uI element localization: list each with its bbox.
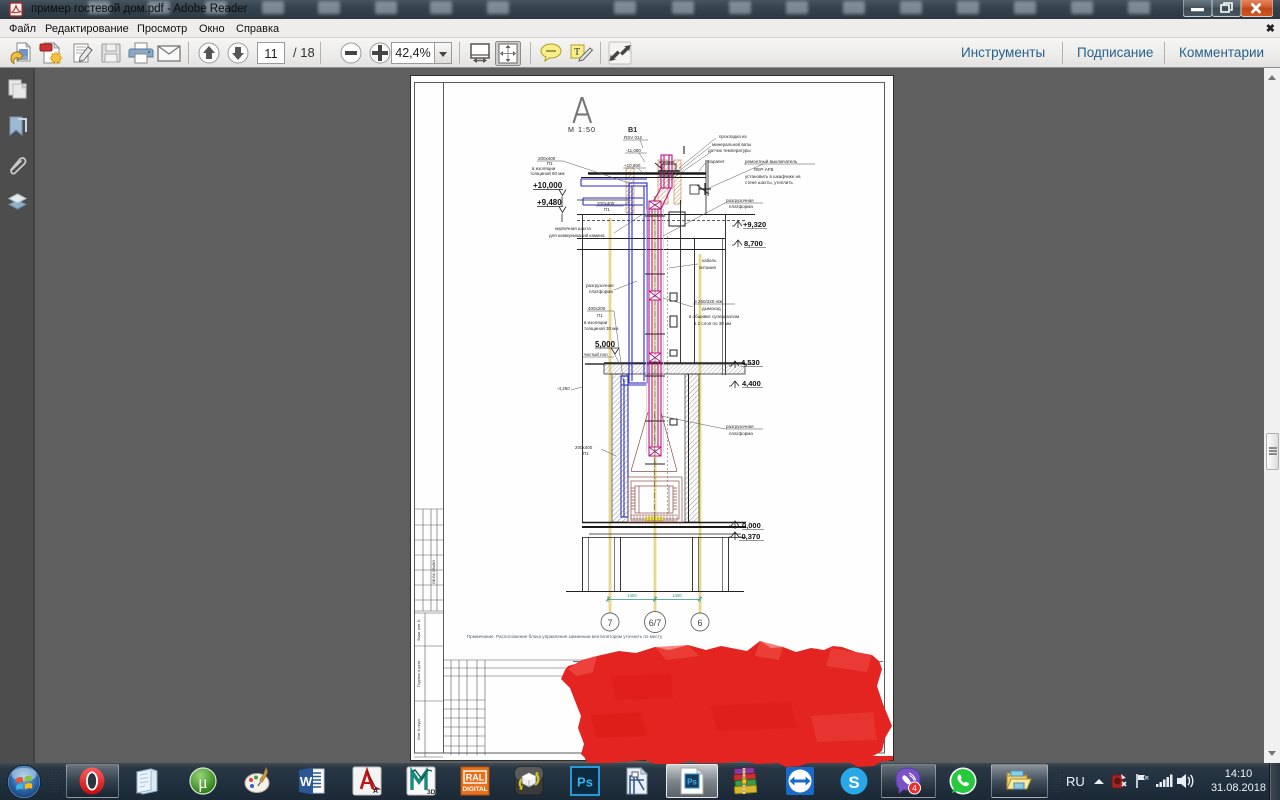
svg-text:питания: питания (699, 265, 716, 270)
svg-text:кирпичная шахта: кирпичная шахта (555, 226, 591, 231)
svg-text:6/7: 6/7 (649, 618, 662, 628)
svg-text:ОВ.ВК.ОВиВО: ОВ.ВК.ОВиВО (432, 560, 436, 584)
svg-text:разгрузочная: разгрузочная (726, 424, 754, 429)
svg-text:RAL: RAL (466, 773, 485, 783)
svg-text:толщиной 30 мм: толщиной 30 мм (584, 325, 618, 331)
svg-text:200х400: 200х400 (597, 201, 615, 206)
svg-text:REP-AFB: REP-AFB (754, 167, 774, 172)
svg-text:В1: В1 (628, 125, 637, 134)
svg-text:-11,080: -11,080 (626, 148, 641, 153)
svg-text:стене шахты, утеплить: стене шахты, утеплить (745, 180, 794, 185)
svg-text:Ps: Ps (577, 775, 593, 790)
svg-text:парапет: парапет (708, 159, 725, 164)
svg-text:разгрузочная: разгрузочная (586, 283, 614, 288)
svg-text:П1: П1 (597, 313, 603, 318)
svg-text:+9,480: +9,480 (537, 198, 562, 207)
svg-text:DIGITAL: DIGITAL (462, 786, 487, 793)
svg-text:-4,250: -4,250 (557, 386, 570, 391)
svg-text:ремонтный выключатель: ремонтный выключатель (745, 158, 798, 164)
svg-text:8,700: 8,700 (744, 239, 763, 248)
svg-text:разгрузочная: разгрузочная (726, 198, 754, 203)
svg-text:T: T (574, 47, 580, 58)
svg-text:кабель: кабель (702, 258, 717, 263)
svg-text:0,000: 0,000 (742, 521, 761, 530)
svg-text:платформа: платформа (729, 204, 753, 209)
svg-text:платформа: платформа (589, 289, 613, 294)
svg-text:W: W (300, 774, 313, 789)
svg-text:П1: П1 (583, 451, 589, 456)
svg-text:1400: 1400 (672, 593, 682, 598)
svg-text:толщиной 60 мм: толщиной 60 мм (530, 170, 564, 176)
svg-text:чистый пол: чистый пол (584, 351, 608, 357)
svg-text:7: 7 (607, 618, 612, 628)
svg-text:в изоляции: в изоляции (584, 320, 608, 325)
svg-text:Инв. N подл.: Инв. N подл. (417, 718, 421, 739)
svg-text:4,400: 4,400 (742, 379, 761, 388)
svg-text:4: 4 (912, 783, 917, 793)
svg-text:М 1:50: М 1:50 (568, 125, 596, 134)
svg-text:4,530: 4,530 (741, 358, 760, 367)
svg-text:Ps: Ps (687, 778, 697, 787)
svg-text:200х400: 200х400 (575, 445, 593, 450)
svg-text:3DS: 3DS (427, 789, 436, 796)
svg-text:μ: μ (198, 772, 208, 792)
svg-text:ø 250/320 н/ж: ø 250/320 н/ж (694, 299, 722, 304)
svg-text:-0,370: -0,370 (739, 532, 760, 541)
svg-text:Взам. инв. N: Взам. инв. N (417, 619, 421, 640)
svg-text:6: 6 (697, 618, 702, 628)
svg-text:установить в шкафчике на: установить в шкафчике на (745, 174, 801, 179)
svg-text:S: S (848, 773, 859, 792)
svg-text:в 2 слоя по 30 мм: в 2 слоя по 30 мм (694, 321, 731, 326)
svg-text:датчик температуры: датчик температуры (708, 148, 751, 153)
svg-text:в обшивке суперизолом: в обшивке суперизолом (689, 314, 739, 319)
svg-text:400х200: 400х200 (588, 306, 606, 311)
svg-text:П1: П1 (604, 207, 610, 212)
svg-text:прокладка из: прокладка из (719, 134, 747, 139)
svg-text:1400: 1400 (627, 593, 637, 598)
svg-text:RSV 012: RSV 012 (624, 135, 643, 140)
svg-text:+10,000: +10,000 (533, 181, 563, 190)
svg-text:+10,650: +10,650 (624, 163, 641, 168)
svg-text:A: A (373, 788, 378, 795)
svg-text:Подпись и дата: Подпись и дата (417, 661, 421, 687)
svg-text:платформа: платформа (729, 431, 753, 436)
svg-text:минеральной ваты: минеральной ваты (712, 141, 751, 147)
svg-text:для коммуникаций камина: для коммуникаций камина (549, 232, 605, 238)
svg-text:Примечание. Расположение блока: Примечание. Расположение блока управлени… (467, 634, 663, 639)
svg-text:дымоход: дымоход (702, 306, 721, 311)
svg-text:+9,320: +9,320 (743, 220, 766, 229)
